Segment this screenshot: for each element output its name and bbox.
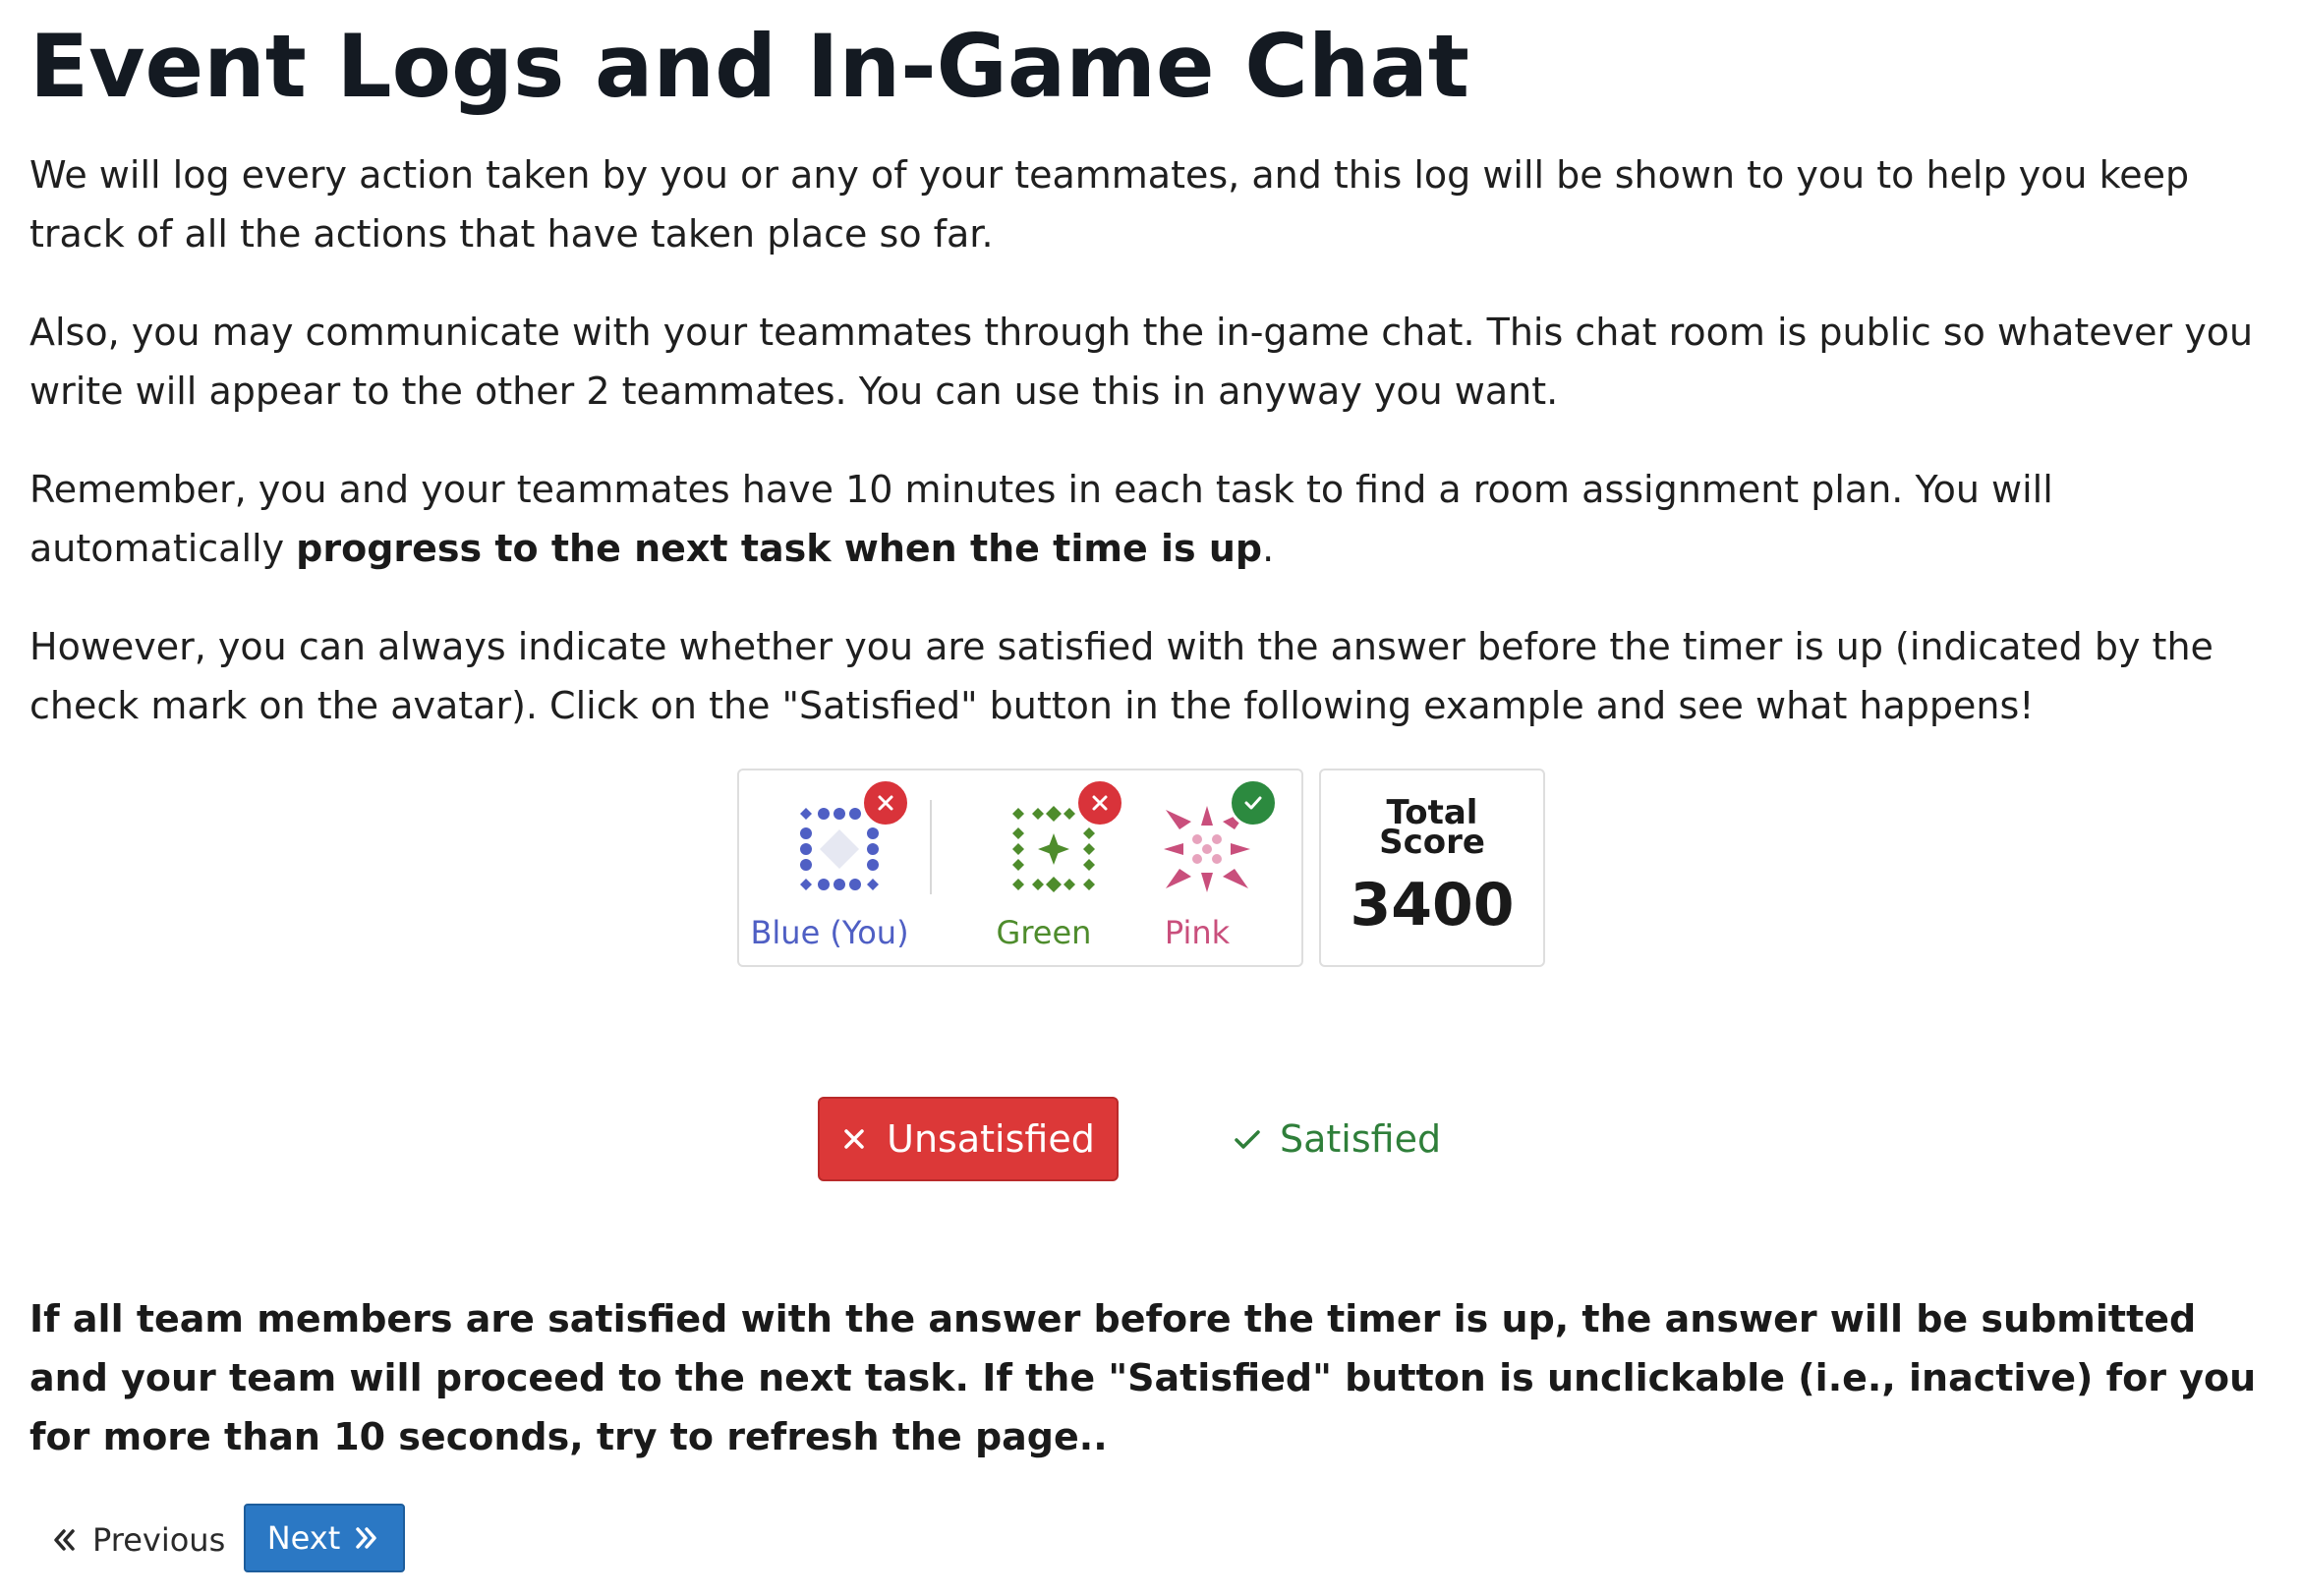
member-name: Blue (You) bbox=[750, 914, 909, 951]
member-name: Pink bbox=[1164, 914, 1231, 951]
close-icon bbox=[1092, 795, 1108, 811]
score-label-text: Total Score bbox=[1379, 793, 1485, 862]
score-value: 3400 bbox=[1350, 871, 1515, 940]
satisfied-description: However, you can always indicate whether… bbox=[29, 625, 2214, 727]
unsatisfied-badge bbox=[861, 778, 910, 827]
timer-bold-text: progress to the next task when the time … bbox=[296, 527, 1263, 570]
unsatisfied-button[interactable]: Unsatisfied bbox=[818, 1097, 1119, 1181]
previous-label: Previous bbox=[92, 1521, 226, 1559]
timer-text-end: . bbox=[1262, 527, 1275, 570]
next-label: Next bbox=[266, 1519, 341, 1557]
satisfied-button[interactable]: Satisfied bbox=[1231, 1097, 1447, 1181]
page-title: Event Logs and In-Game Chat bbox=[29, 16, 1469, 117]
tutorial-page: Event Logs and In-Game Chat We will log … bbox=[0, 0, 2300, 1596]
close-icon bbox=[844, 1129, 864, 1149]
unsatisfied-label: Unsatisfied bbox=[887, 1117, 1095, 1161]
score-label: Total Score bbox=[1321, 793, 1543, 862]
check-icon bbox=[1235, 1130, 1260, 1149]
close-icon bbox=[878, 795, 893, 811]
double-chevron-right-icon bbox=[356, 1527, 377, 1549]
divider bbox=[930, 800, 932, 894]
log-description: We will log every action taken by you or… bbox=[29, 153, 2190, 256]
total-score-card: Total Score 3400 bbox=[1319, 769, 1545, 967]
team-member-blue: Blue (You) bbox=[750, 770, 910, 967]
unsatisfied-badge bbox=[1075, 778, 1124, 827]
check-icon bbox=[1244, 796, 1262, 810]
satisfied-label: Satisfied bbox=[1280, 1117, 1442, 1161]
chat-description: Also, you may communicate with your team… bbox=[29, 311, 2254, 413]
previous-button[interactable]: Previous bbox=[49, 1508, 225, 1572]
submission-note: If all team members are satisfied with t… bbox=[29, 1297, 2257, 1458]
next-button[interactable]: Next bbox=[244, 1504, 405, 1572]
team-member-pink: Pink bbox=[1119, 770, 1278, 967]
team-status-card: Blue (You) Green Pink bbox=[737, 769, 1303, 967]
timer-description: Remember, you and your teammates have 10… bbox=[29, 460, 2280, 578]
satisfied-badge bbox=[1229, 778, 1278, 827]
double-chevron-left-icon bbox=[54, 1529, 75, 1551]
